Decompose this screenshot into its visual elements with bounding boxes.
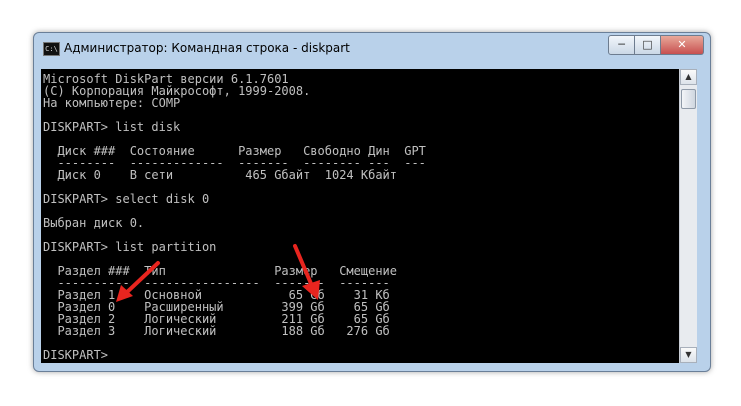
maximize-button[interactable]: □ bbox=[635, 35, 661, 55]
scroll-thumb[interactable] bbox=[681, 89, 696, 109]
scroll-up-button[interactable]: ▲ bbox=[680, 69, 697, 85]
chevron-up-icon: ▲ bbox=[685, 72, 692, 81]
console-line: DISKPART> list disk bbox=[43, 120, 181, 134]
console-line: DISKPART> select disk 0 bbox=[43, 192, 210, 206]
title-bar[interactable]: C:\ Администратор: Командная строка - di… bbox=[34, 33, 710, 67]
console-prompt: DISKPART> bbox=[43, 348, 116, 362]
console-line: Раздел 3 Логический 188 Gб 276 Gб bbox=[43, 324, 390, 338]
console-line: На компьютере: COMP bbox=[43, 96, 181, 110]
cmd-icon: C:\ bbox=[43, 42, 60, 56]
console-output[interactable]: Microsoft DiskPart версии 6.1.7601 (C) К… bbox=[41, 69, 679, 363]
chevron-down-icon: ▼ bbox=[685, 350, 692, 359]
red-arrow-icon bbox=[293, 244, 320, 300]
console-line: Диск 0 В сети 465 Gбайт 1024 Кбайт bbox=[43, 168, 398, 182]
console-line: Выбран диск 0. bbox=[43, 216, 145, 230]
maximize-icon: □ bbox=[642, 38, 653, 51]
window-title: Администратор: Командная строка - diskpa… bbox=[64, 41, 350, 55]
vertical-scrollbar[interactable]: ▲ ▼ bbox=[679, 69, 697, 363]
window-controls: ─ □ ✕ bbox=[608, 35, 704, 55]
close-button[interactable]: ✕ bbox=[661, 35, 704, 55]
minimize-button[interactable]: ─ bbox=[608, 35, 635, 55]
console-line: DISKPART> list partition bbox=[43, 240, 217, 254]
console-window: C:\ Администратор: Командная строка - di… bbox=[33, 32, 711, 372]
minimize-icon: ─ bbox=[618, 38, 625, 51]
scroll-down-button[interactable]: ▼ bbox=[680, 347, 697, 363]
close-icon: ✕ bbox=[677, 38, 687, 51]
red-arrow-icon bbox=[116, 261, 160, 302]
